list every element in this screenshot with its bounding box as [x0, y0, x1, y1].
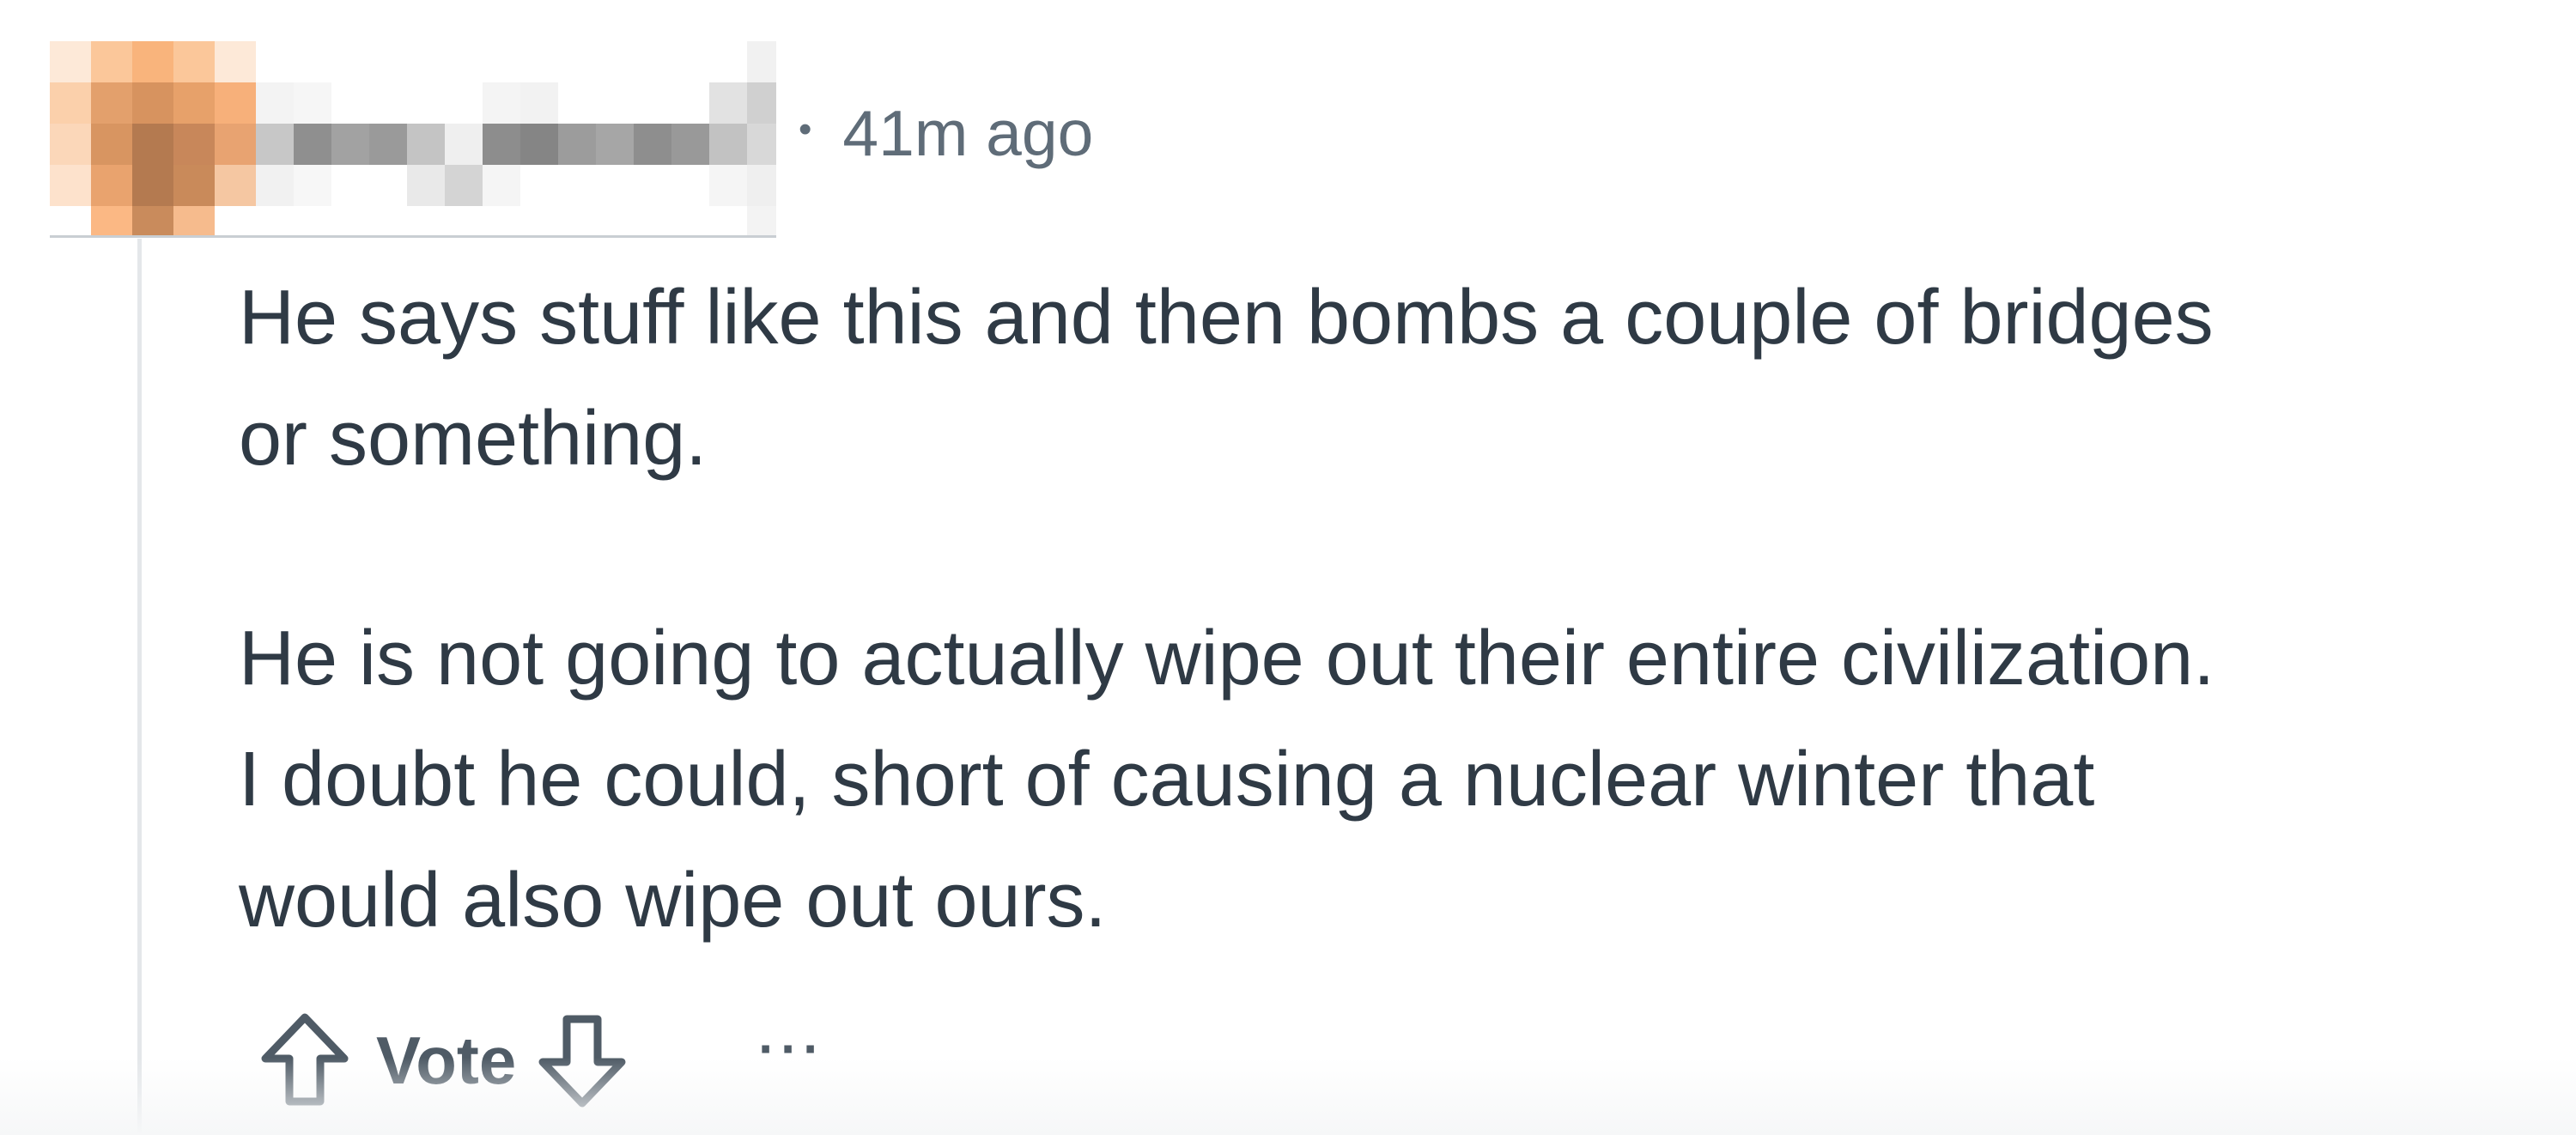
comment-body: He says stuff like this and then bombs a…: [239, 258, 2557, 962]
thread-line[interactable]: [137, 239, 142, 1135]
header-underline: [50, 235, 776, 238]
comment-paragraph: He says stuff like this and then bombs a…: [239, 275, 2214, 482]
bottom-fade: [0, 1058, 2576, 1135]
comment: • 41m ago He says stuff like this and th…: [0, 0, 2576, 1135]
redacted-avatar-and-username: [50, 41, 776, 235]
meta-separator: •: [799, 108, 812, 150]
comment-timestamp[interactable]: 41m ago: [842, 96, 1093, 170]
comment-paragraph: He is not going to actually wipe out the…: [239, 616, 2215, 944]
comment-meta: • 41m ago: [799, 94, 1093, 172]
